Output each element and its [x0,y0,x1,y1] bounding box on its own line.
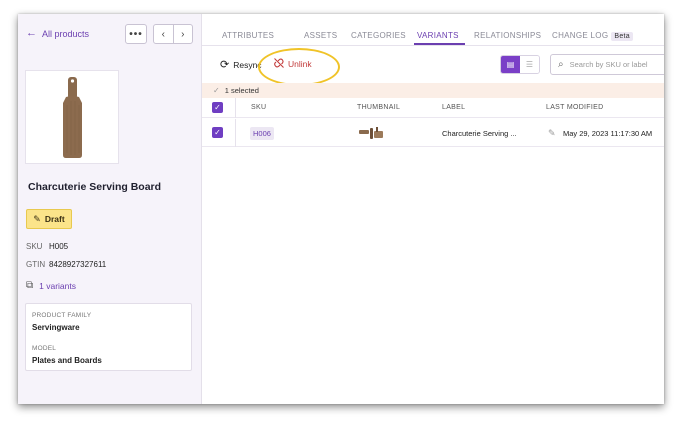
more-actions-button[interactable]: ••• [125,24,147,44]
stack-icon: ⧉ [26,280,34,291]
header-last-modified[interactable]: LAST MODIFIED [546,104,603,111]
tab-bar: ATTRIBUTES ASSETS CATEGORIES VARIANTS RE… [202,14,664,46]
table-header: ✓ SKU THUMBNAIL LABEL LAST MODIFIED [202,98,664,118]
product-sidebar: ← All products ••• ‹ › Charcuterie Servi… [18,14,202,404]
previous-product-button[interactable]: ‹ [154,25,174,43]
back-to-all-products-link[interactable]: ← All products [26,28,89,39]
table-view-icon[interactable]: ▤ [501,56,520,73]
tab-change-log-label: CHANGE LOG [552,31,609,40]
product-family-value: Servingware [32,323,80,332]
selection-count: 1 selected [224,86,259,95]
sku-key: SKU [26,242,43,251]
select-all-checkbox[interactable]: ✓ [212,102,223,113]
tab-assets[interactable]: ASSETS [304,31,337,40]
next-product-button[interactable]: › [174,25,193,43]
header-sku[interactable]: SKU [251,104,266,111]
tab-variants[interactable]: VARIANTS [417,31,459,40]
variant-sku-link[interactable]: H006 [250,127,274,140]
pencil-icon: ✎ [33,213,41,224]
product-title: Charcuterie Serving Board [28,181,162,193]
tab-relationships[interactable]: RELATIONSHIPS [474,31,541,40]
view-toggle: ▤ ☰ [500,55,540,74]
gtin-row: GTIN 8428927327611 [26,260,106,269]
status-label: Draft [44,214,65,224]
cutting-board-image [63,77,82,158]
variants-count-label: 1 variants [39,280,76,291]
search-icon: ⌕ [558,59,564,70]
product-family-card: PRODUCT FAMILY Servingware MODEL Plates … [25,303,192,371]
product-family-label: PRODUCT FAMILY [32,312,92,319]
variant-last-modified: May 29, 2023 11:17:30 AM [563,129,653,138]
sku-row: SKU H005 [26,242,68,251]
model-label: MODEL [32,345,57,352]
table-row[interactable]: ✓ H006 Charcuterie Serving ... ✎ May 29,… [202,119,664,147]
variant-label: Charcuterie Serving ... [442,129,517,138]
app-window: ← All products ••• ‹ › Charcuterie Servi… [18,14,664,404]
variants-link[interactable]: ⧉ 1 variants [26,280,76,291]
beta-badge: Beta [611,32,633,41]
gtin-value: 8428927327611 [49,260,107,269]
sku-value: H005 [49,242,69,251]
header-label[interactable]: LABEL [442,104,465,111]
model-value: Plates and Boards [32,356,102,365]
tab-change-log[interactable]: CHANGE LOG Beta [552,31,633,41]
more-icon: ••• [129,28,143,40]
arrow-left-icon: ← [26,27,37,39]
product-pager: ‹ › [153,24,193,44]
tab-categories[interactable]: CATEGORIES [351,31,406,40]
column-divider [235,119,236,147]
refresh-icon: ⟳ [220,59,230,71]
variant-thumbnail [359,127,383,139]
search-box: ⌕ [550,54,664,75]
list-view-icon[interactable]: ☰ [520,56,539,73]
back-link-label: All products [42,28,90,39]
edit-history-icon: ✎ [548,128,556,138]
header-thumbnail: THUMBNAIL [357,104,401,111]
highlight-annotation [258,48,340,86]
active-tab-indicator [414,43,465,45]
resync-button[interactable]: ⟳ Resync [220,58,262,71]
status-badge[interactable]: ✎ Draft [26,209,72,229]
product-image [25,70,119,164]
main-panel: ATTRIBUTES ASSETS CATEGORIES VARIANTS RE… [202,14,664,404]
selection-bar: ✓ 1 selected [202,83,664,98]
check-icon: ✓ [213,86,220,95]
search-input[interactable] [569,60,664,69]
gtin-key: GTIN [26,260,46,269]
column-divider [235,98,236,118]
tab-attributes[interactable]: ATTRIBUTES [222,31,274,40]
row-checkbox[interactable]: ✓ [212,127,223,138]
